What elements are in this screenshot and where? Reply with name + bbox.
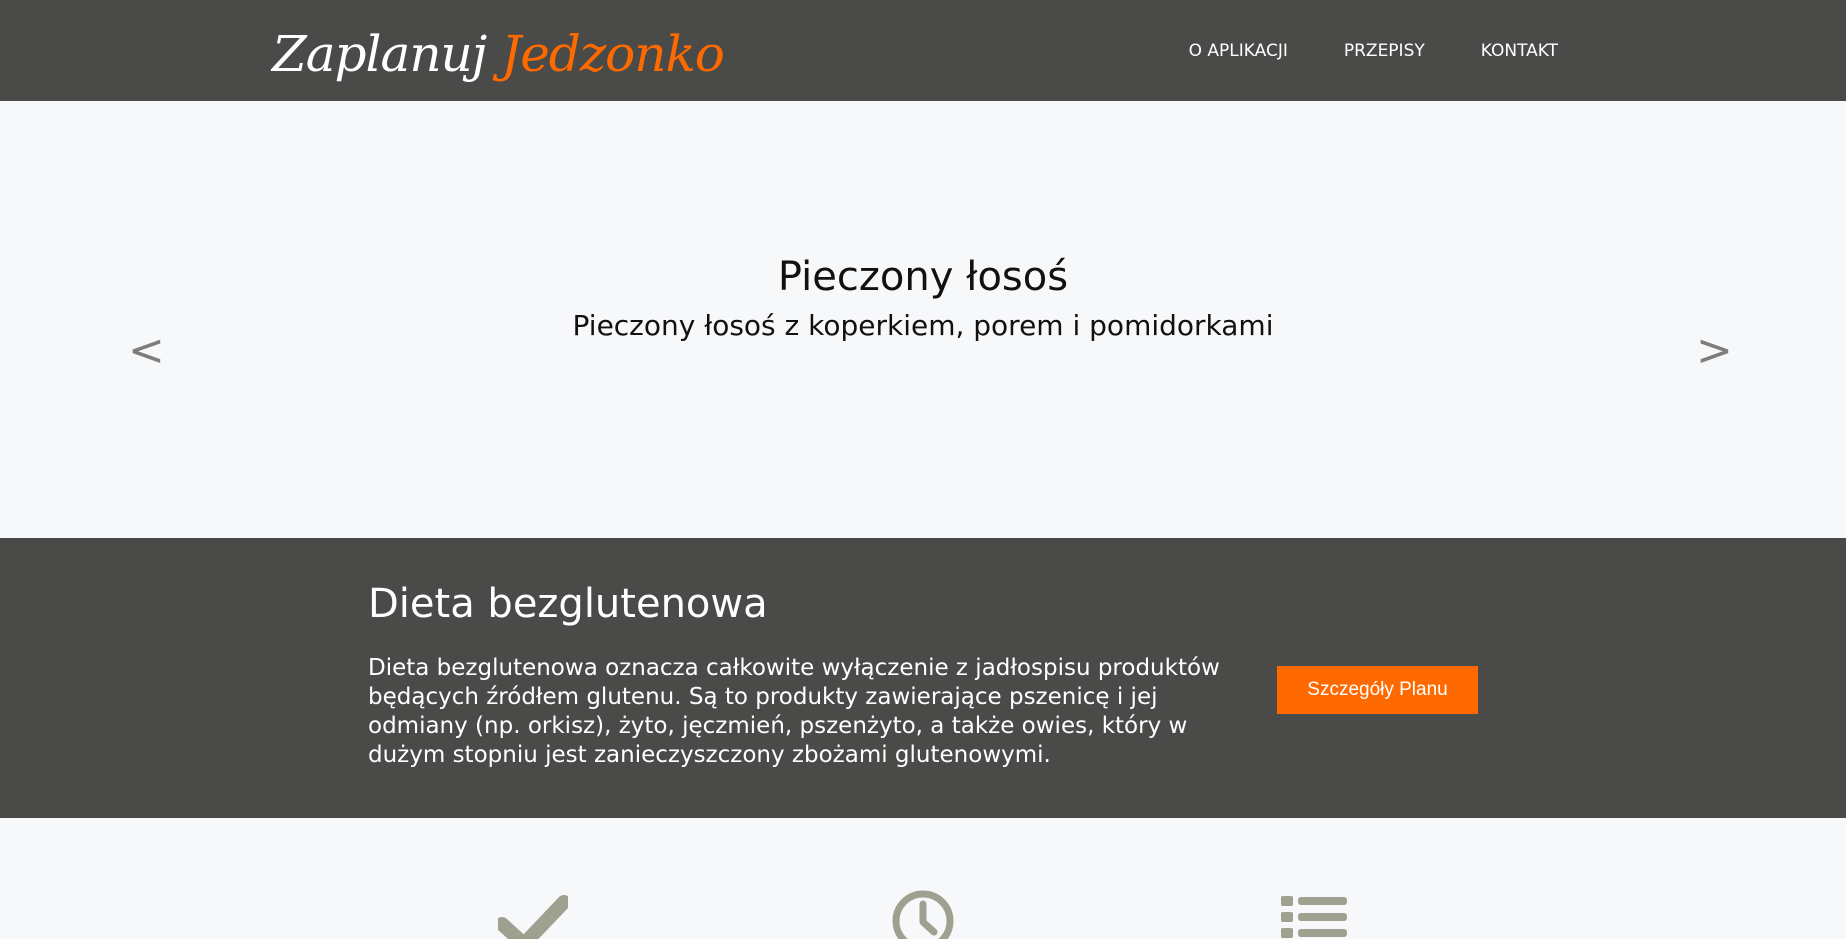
logo-text-jedzonko: Jedzonko [501,25,725,83]
diet-title: Dieta bezglutenowa [368,581,768,627]
features-row [0,818,1846,939]
diet-description: Dieta bezglutenowa oznacza całkowite wył… [368,655,1220,768]
slide-subtitle: Pieczony łosoś z koperkiem, porem i pomi… [572,309,1274,342]
nav-link-about[interactable]: O APLIKACJI [1189,41,1288,61]
hero-slider: < Pieczony łosoś Pieczony łosoś z koperk… [0,101,1846,538]
main-nav: O APLIKACJI PRZEPISY KONTAKT [1133,0,1558,101]
slider-next-arrow[interactable]: > [1696,326,1733,376]
diet-plan-section: Dieta bezglutenowa Dieta bezglutenowa oz… [0,538,1846,818]
clock-icon [892,890,954,939]
top-navbar: Zaplanuj Jedzonko O APLIKACJI PRZEPISY K… [0,0,1846,101]
nav-link-contact[interactable]: KONTAKT [1481,41,1558,61]
checkmark-icon [498,895,568,939]
slide-title: Pieczony łosoś [777,254,1069,300]
list-icon [1281,896,1347,938]
site-logo[interactable]: Zaplanuj Jedzonko [272,14,725,94]
logo-text-zaplanuj: Zaplanuj [272,25,487,83]
nav-link-recipes[interactable]: PRZEPISY [1344,41,1425,61]
plan-details-button[interactable]: Szczegóły Planu [1277,666,1478,714]
